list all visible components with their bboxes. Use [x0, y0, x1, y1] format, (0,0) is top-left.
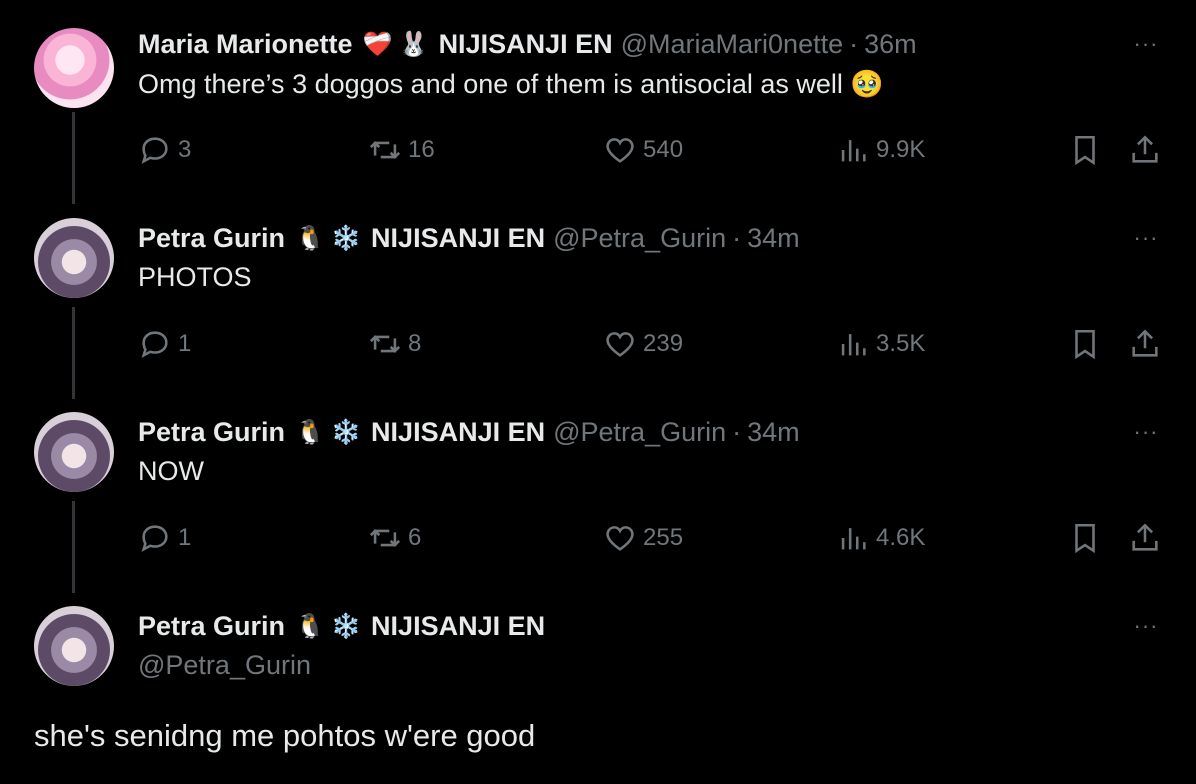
- bookmark-button[interactable]: [1068, 327, 1108, 361]
- reply-icon: [141, 525, 168, 552]
- like-count: 255: [643, 524, 684, 551]
- snowflake-emoji: ❄️: [331, 224, 361, 252]
- display-name[interactable]: Petra Gurin: [138, 417, 285, 448]
- tweet-actions: 3 16 540 9.9K: [0, 133, 1196, 173]
- retweet-button[interactable]: 16: [368, 133, 435, 167]
- heart-icon: [606, 332, 634, 357]
- timestamp[interactable]: 34m: [747, 417, 800, 448]
- retweet-icon: [369, 335, 401, 353]
- affiliation: NIJISANJI EN: [371, 222, 546, 253]
- retweet-icon: [369, 141, 401, 159]
- display-name[interactable]: Petra Gurin: [138, 611, 285, 642]
- affiliation: NIJISANJI EN: [371, 610, 546, 641]
- bookmark-icon: [1075, 329, 1095, 360]
- like-button[interactable]: 239: [603, 327, 683, 361]
- views-icon: [841, 334, 866, 356]
- more-icon[interactable]: ···: [1128, 416, 1164, 448]
- separator-dot: ·: [849, 28, 859, 59]
- display-name[interactable]: Maria Marionette: [138, 29, 353, 60]
- bookmark-icon: [1075, 135, 1095, 166]
- view-count: 9.9K: [876, 136, 926, 163]
- reply-count: 3: [178, 136, 192, 163]
- snowflake-emoji: ❄️: [331, 418, 361, 446]
- avatar[interactable]: [34, 218, 114, 298]
- timestamp[interactable]: 34m: [747, 223, 800, 254]
- bookmark-button[interactable]: [1068, 521, 1108, 555]
- affiliation: NIJISANJI EN: [371, 416, 546, 447]
- like-count: 540: [643, 136, 684, 163]
- share-icon: [1132, 135, 1158, 163]
- user-handle[interactable]: @Petra_Gurin: [553, 223, 726, 254]
- reply-count: 1: [178, 524, 192, 551]
- like-button[interactable]: 255: [603, 521, 683, 555]
- like-button[interactable]: 540: [603, 133, 683, 167]
- user-handle[interactable]: @Petra_Gurin: [138, 650, 311, 681]
- main-tweet-text: she's senidng me pohtos w'ere good: [34, 718, 536, 753]
- views-button[interactable]: 4.6K: [836, 521, 925, 555]
- like-count: 239: [643, 330, 684, 357]
- views-button[interactable]: 3.5K: [836, 327, 925, 361]
- reply-button[interactable]: 1: [138, 327, 191, 361]
- retweet-count: 8: [408, 330, 422, 357]
- more-icon[interactable]: ···: [1128, 222, 1164, 254]
- tweet-header: Petra Gurin 🐧 ❄️ NIJISANJI EN @Petra_Gur…: [138, 222, 800, 254]
- affiliation: NIJISANJI EN: [438, 28, 613, 59]
- bookmark-button[interactable]: [1068, 133, 1108, 167]
- reply-icon: [141, 331, 168, 358]
- penguin-emoji: 🐧: [295, 418, 325, 446]
- heart-icon: [606, 138, 634, 163]
- penguin-emoji: 🐧: [295, 612, 325, 640]
- views-icon: [841, 140, 866, 162]
- view-count: 4.6K: [876, 524, 926, 551]
- reply-button[interactable]: 1: [138, 521, 191, 555]
- share-icon: [1132, 523, 1158, 551]
- more-icon[interactable]: ···: [1128, 28, 1164, 60]
- share-button[interactable]: [1128, 133, 1168, 167]
- avatar[interactable]: [34, 28, 114, 108]
- avatar[interactable]: [34, 606, 114, 686]
- share-icon: [1132, 329, 1158, 357]
- share-button[interactable]: [1128, 327, 1168, 361]
- user-handle[interactable]: @Petra_Gurin: [553, 417, 726, 448]
- avatar[interactable]: [34, 412, 114, 492]
- retweet-button[interactable]: 8: [368, 327, 421, 361]
- heart-icon: [606, 526, 634, 551]
- retweet-count: 6: [408, 524, 422, 551]
- tweet-header: Petra Gurin 🐧 ❄️ NIJISANJI EN: [138, 610, 545, 642]
- reply-count: 1: [178, 330, 192, 357]
- separator-dot: ·: [732, 222, 742, 253]
- tweet-text: PHOTOS: [138, 262, 252, 292]
- share-button[interactable]: [1128, 521, 1168, 555]
- views-button[interactable]: 9.9K: [836, 133, 925, 167]
- tweet-actions: 1 8 239 3.5K: [0, 327, 1196, 367]
- retweet-button[interactable]: 6: [368, 521, 421, 555]
- tweet-header: Maria Marionette ❤️‍🩹 🐰 NIJISANJI EN @Ma…: [138, 28, 917, 60]
- snowflake-emoji: ❄️: [331, 612, 361, 640]
- heart-bandage-emoji: ❤️‍🩹: [362, 30, 393, 58]
- penguin-emoji: 🐧: [295, 224, 325, 252]
- user-handle[interactable]: @MariaMari0nette: [621, 29, 844, 60]
- views-icon: [841, 528, 866, 550]
- retweet-icon: [369, 529, 401, 547]
- separator-dot: ·: [732, 416, 742, 447]
- tweet-header: Petra Gurin 🐧 ❄️ NIJISANJI EN @Petra_Gur…: [138, 416, 800, 448]
- bookmark-icon: [1075, 523, 1095, 554]
- more-icon[interactable]: ···: [1128, 610, 1164, 642]
- tweet-text: NOW: [138, 456, 204, 486]
- view-count: 3.5K: [876, 330, 926, 357]
- timestamp[interactable]: 36m: [864, 29, 917, 60]
- display-name[interactable]: Petra Gurin: [138, 223, 285, 254]
- tweet-text: Omg there’s 3 doggos and one of them is …: [138, 69, 885, 99]
- bunny-emoji: 🐰: [398, 30, 429, 58]
- reply-icon: [141, 137, 168, 164]
- reply-button[interactable]: 3: [138, 133, 191, 167]
- tweet-actions: 1 6 255 4.6K: [0, 521, 1196, 561]
- retweet-count: 16: [408, 136, 435, 163]
